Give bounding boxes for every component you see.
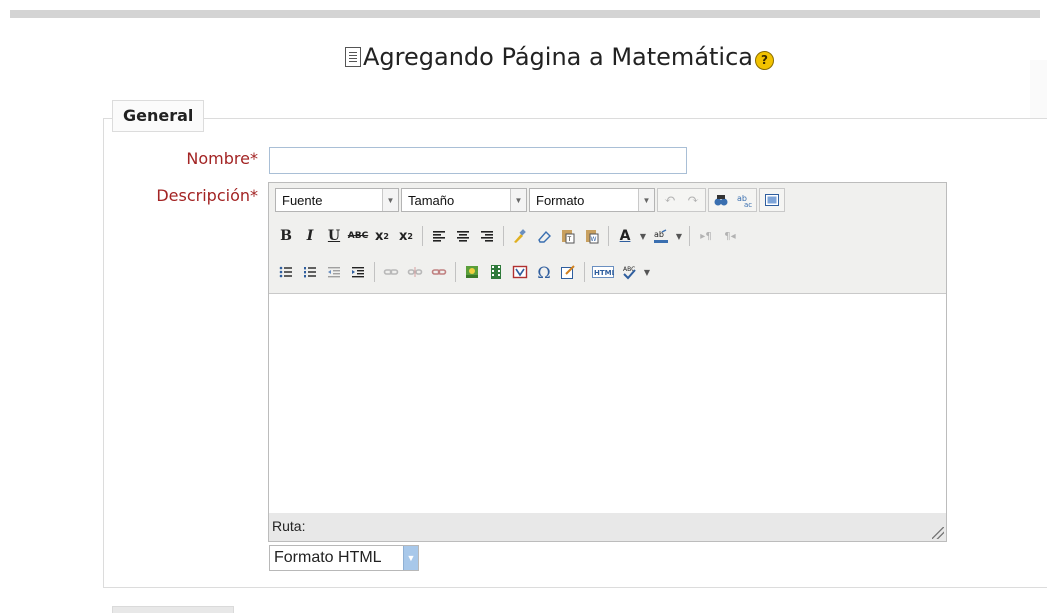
align-right-icon[interactable]	[476, 225, 498, 247]
editor-toolbar: Fuente ▼ Tamaño ▼ Formato ▼ ↶ ↷ ab ac B …	[269, 183, 946, 293]
top-separator-bar	[10, 10, 1040, 18]
font-size-select-value: Tamaño	[408, 193, 455, 208]
special-character-icon[interactable]: Ω	[533, 261, 555, 283]
text-format-select-value: Formato HTML	[274, 549, 382, 566]
svg-text:W: W	[591, 236, 597, 243]
toolbar-divider	[608, 226, 609, 246]
editor-status-bar: Ruta:	[269, 513, 946, 541]
fullscreen-icon[interactable]	[761, 189, 783, 211]
numbered-list-icon[interactable]	[299, 261, 321, 283]
insert-media-icon[interactable]	[485, 261, 507, 283]
toolbar-divider	[455, 262, 456, 282]
text-format-select[interactable]: Formato HTML ▼	[269, 545, 419, 571]
chevron-down-icon: ▼	[510, 189, 526, 211]
svg-text:T: T	[567, 236, 572, 243]
font-size-select[interactable]: Tamaño ▼	[401, 188, 527, 212]
bold-icon[interactable]: B	[275, 225, 297, 247]
toolbar-divider	[422, 226, 423, 246]
rtl-icon[interactable]: ¶◂	[719, 225, 741, 247]
section-legend[interactable]: General	[112, 100, 205, 132]
resize-handle-icon[interactable]	[932, 527, 944, 539]
name-input[interactable]	[269, 147, 687, 174]
block-format-select[interactable]: Formato ▼	[529, 188, 655, 212]
toolbar-row-1: Fuente ▼ Tamaño ▼ Formato ▼ ↶ ↷ ab ac	[275, 187, 785, 213]
anchor-icon[interactable]	[428, 261, 450, 283]
underline-icon[interactable]: U	[323, 225, 345, 247]
toolbar-row-2: B I U ABC x2 x2 T W A ▼ ab ▼ ▸¶ ¶◂	[275, 223, 741, 249]
page-title: Agregando Página a Matemática ?	[345, 40, 774, 74]
align-center-icon[interactable]	[452, 225, 474, 247]
svg-text:HTML: HTML	[594, 269, 614, 277]
unlink-icon[interactable]	[404, 261, 426, 283]
outdent-icon[interactable]	[323, 261, 345, 283]
insert-image-icon[interactable]	[461, 261, 483, 283]
chevron-down-icon[interactable]: ▼	[674, 225, 684, 247]
font-family-select[interactable]: Fuente ▼	[275, 188, 399, 212]
bullet-list-icon[interactable]	[275, 261, 297, 283]
replace-icon[interactable]: ab ac	[733, 189, 755, 211]
rich-text-editor: Fuente ▼ Tamaño ▼ Formato ▼ ↶ ↷ ab ac B …	[268, 182, 947, 542]
paste-text-icon[interactable]: T	[557, 225, 579, 247]
chevron-down-icon: ▼	[382, 189, 398, 211]
eraser-icon[interactable]	[533, 225, 555, 247]
paste-word-icon[interactable]: W	[581, 225, 603, 247]
subscript-icon[interactable]: x2	[371, 225, 393, 247]
chevron-down-icon: ▼	[638, 189, 654, 211]
spellcheck-icon[interactable]: ABC	[618, 261, 640, 283]
text-color-icon[interactable]: A	[614, 225, 636, 247]
chevron-down-icon: ▼	[403, 546, 418, 570]
toolbar-divider	[503, 226, 504, 246]
redo-icon[interactable]: ↷	[682, 189, 704, 211]
name-label: Nombre*	[186, 149, 258, 168]
toolbar-divider	[689, 226, 690, 246]
undo-icon[interactable]: ↶	[659, 189, 681, 211]
description-label: Descripción*	[156, 186, 258, 205]
status-path-label: Ruta:	[272, 518, 306, 534]
help-icon[interactable]: ?	[755, 50, 774, 70]
html-source-icon[interactable]: HTML	[590, 261, 616, 283]
indent-icon[interactable]	[347, 261, 369, 283]
editor-content-area[interactable]	[269, 293, 946, 515]
toolbar-divider	[374, 262, 375, 282]
toolbar-row-3: Ω HTML ABC ▼	[275, 259, 652, 285]
svg-text:ac: ac	[744, 201, 752, 208]
find-icon[interactable]	[710, 189, 732, 211]
font-family-select-value: Fuente	[282, 193, 323, 208]
chevron-down-icon[interactable]: ▼	[642, 261, 652, 283]
history-group: ↶ ↷	[657, 188, 706, 212]
block-format-select-value: Formato	[536, 193, 585, 208]
highlight-color-icon[interactable]: ab	[650, 225, 672, 247]
toolbar-divider	[584, 262, 585, 282]
ltr-icon[interactable]: ▸¶	[695, 225, 717, 247]
search-group: ab ac	[708, 188, 757, 212]
align-left-icon[interactable]	[428, 225, 450, 247]
chevron-down-icon[interactable]: ▼	[638, 225, 648, 247]
italic-icon[interactable]: I	[299, 225, 321, 247]
superscript-icon[interactable]: x2	[395, 225, 417, 247]
insert-table-icon[interactable]	[509, 261, 531, 283]
edit-document-icon[interactable]	[557, 261, 579, 283]
strikethrough-icon[interactable]: ABC	[347, 225, 369, 247]
page-title-text: Agregando Página a Matemática	[363, 43, 753, 71]
link-icon[interactable]	[380, 261, 402, 283]
document-icon	[345, 47, 361, 67]
cleanup-icon[interactable]	[509, 225, 531, 247]
fullscreen-group	[759, 188, 785, 212]
